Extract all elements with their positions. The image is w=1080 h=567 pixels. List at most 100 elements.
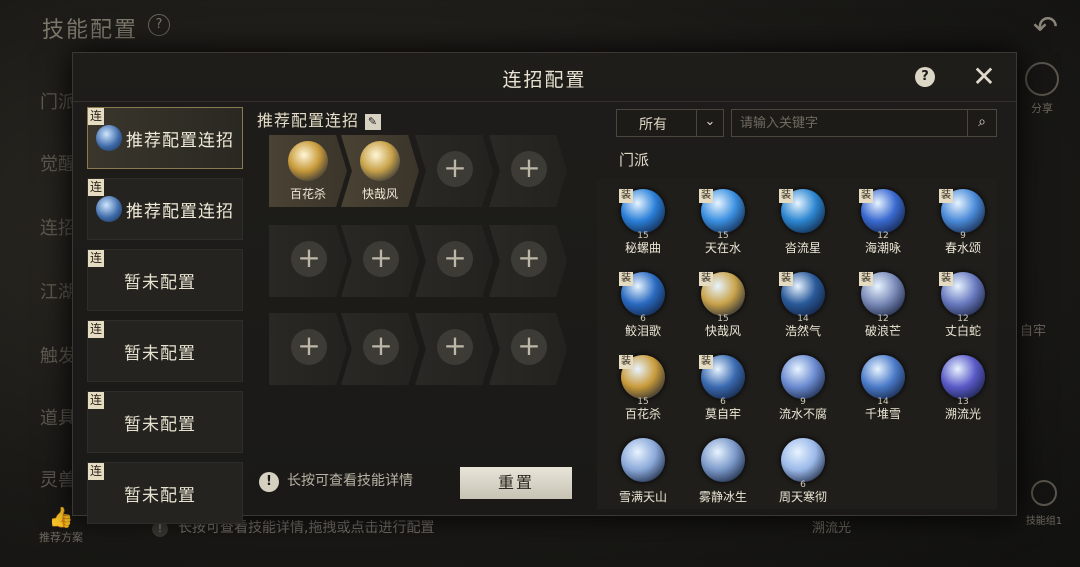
skill-item[interactable]: 装 15 秘螺曲 — [601, 185, 681, 267]
combo-slot[interactable]: + — [415, 135, 493, 207]
skill-item[interactable]: 雾静冰生 — [681, 434, 761, 516]
combo-label: 推荐配置连招 — [126, 202, 234, 222]
equipped-tag: 装 — [939, 272, 953, 286]
skill-name: 快哉风 — [704, 324, 741, 338]
back-icon[interactable]: ↶ — [1033, 10, 1058, 45]
combo-item[interactable]: 连暂未配置 — [87, 249, 243, 311]
skill-item[interactable]: 14 千堆雪 — [841, 351, 921, 433]
combo-item[interactable]: 连暂未配置 — [87, 320, 243, 382]
combo-list: 连推荐配置连招连推荐配置连招连暂未配置连暂未配置连暂未配置连暂未配置 — [87, 107, 243, 533]
skill-item[interactable]: 装 6 莫自牢 — [681, 351, 761, 433]
select-value: 所有 — [639, 117, 667, 133]
chevron-down-icon: ⌄ — [696, 110, 723, 136]
combo-group-button[interactable]: 技能组1 — [1022, 480, 1066, 527]
combo-slot[interactable]: 快哉风 — [341, 135, 419, 207]
combo-slot[interactable]: + — [415, 225, 493, 297]
section-title: 门派 — [619, 151, 650, 169]
skill-name: 丈白蛇 — [944, 324, 981, 338]
combo-group-label: 技能组1 — [1025, 516, 1063, 527]
combo-label: 推荐配置连招 — [126, 131, 234, 151]
skill-grid: 装 15 秘螺曲装 15 天在水装沓流星装 12 海潮咏装 9 春水颂装 6 鲛泪歌装 15 快哉风装 1… — [597, 179, 997, 509]
skill-item[interactable]: 装 15 百花杀 — [601, 351, 681, 433]
skill-item[interactable]: 13 溯流光 — [921, 351, 1001, 433]
skill-icon — [781, 438, 825, 482]
help-icon[interactable]: ? — [915, 67, 935, 87]
skill-icon — [621, 438, 665, 482]
side-item-chufa[interactable]: 触发 — [40, 342, 76, 368]
dialog-header: 连招配置 ? ✕ — [73, 53, 1016, 102]
editor-hint-text: 长按可查看技能详情 — [287, 473, 413, 489]
share-icon — [1025, 62, 1059, 96]
add-icon: + — [363, 329, 399, 365]
skill-icon — [96, 196, 122, 222]
skill-item[interactable]: 装 12 海潮咏 — [841, 185, 921, 267]
combo-slot[interactable]: + — [341, 225, 419, 297]
combo-tag: 连 — [88, 321, 104, 338]
skill-name: 百花杀 — [624, 407, 661, 421]
skill-name: 千堆雪 — [864, 407, 901, 421]
combo-slot[interactable]: + — [269, 313, 347, 385]
combo-tag: 连 — [88, 108, 104, 125]
side-item-daoju[interactable]: 道具 — [40, 404, 76, 430]
close-icon[interactable]: ✕ — [969, 63, 999, 93]
skill-item[interactable]: 装 15 天在水 — [681, 185, 761, 267]
combo-label: 暂未配置 — [124, 486, 196, 506]
skill-item[interactable]: 装 12 丈白蛇 — [921, 268, 1001, 350]
combo-tag: 连 — [88, 392, 104, 409]
add-icon: + — [511, 241, 547, 277]
search-icon[interactable]: ⌕ — [967, 110, 996, 136]
combo-editor-title: 推荐配置连招 ✎ — [257, 107, 382, 131]
combo-item[interactable]: 连暂未配置 — [87, 462, 243, 524]
edit-icon[interactable]: ✎ — [365, 113, 382, 130]
combo-slot[interactable]: + — [489, 225, 567, 297]
combo-tag: 连 — [88, 179, 104, 196]
add-icon: + — [511, 329, 547, 365]
share-label: 分享 — [1031, 102, 1053, 115]
skill-item[interactable]: 装 12 破浪芒 — [841, 268, 921, 350]
skill-item[interactable]: 雪满天山 — [601, 434, 681, 516]
skill-name: 鲛泪歌 — [624, 324, 661, 338]
skill-item[interactable]: 装 6 鲛泪歌 — [601, 268, 681, 350]
combo-label: 暂未配置 — [124, 344, 196, 364]
combo-item[interactable]: 连推荐配置连招 — [87, 178, 243, 240]
page-help-icon[interactable]: ? — [148, 14, 170, 36]
equipped-tag: 装 — [699, 272, 713, 286]
skill-item[interactable]: 9 流水不腐 — [761, 351, 841, 433]
combo-slot[interactable]: 百花杀 — [269, 135, 347, 207]
equipped-tag: 装 — [619, 272, 633, 286]
bg-skill-label: 溯流光 — [812, 521, 852, 536]
skill-name: 沓流星 — [784, 241, 821, 255]
skill-name: 雪满天山 — [618, 490, 667, 504]
skill-item[interactable]: 装 14 浩然气 — [761, 268, 841, 350]
side-item-lingshou[interactable]: 灵兽 — [40, 466, 76, 492]
equipped-tag: 装 — [699, 189, 713, 203]
skill-item[interactable]: 装 15 快哉风 — [681, 268, 761, 350]
side-item-juexing[interactable]: 觉醒 — [40, 150, 76, 176]
combo-item[interactable]: 连暂未配置 — [87, 391, 243, 453]
combo-slot[interactable]: + — [489, 135, 567, 207]
combo-slot[interactable]: + — [341, 313, 419, 385]
search-box: ⌕ — [731, 109, 997, 137]
combo-slot[interactable]: + — [489, 313, 567, 385]
combo-slot[interactable]: + — [269, 225, 347, 297]
search-input[interactable] — [738, 112, 962, 134]
reset-button[interactable]: 重置 — [460, 467, 572, 499]
skill-icon — [360, 141, 400, 181]
skill-item[interactable]: 6 周天寒彻 — [761, 434, 841, 516]
side-item-jianghu[interactable]: 江湖 — [40, 278, 76, 304]
skill-icon — [861, 355, 905, 399]
side-item-menpai[interactable]: 门派 — [40, 88, 76, 114]
equipped-tag: 装 — [619, 355, 633, 369]
side-item-lianzhao[interactable]: 连招 — [40, 214, 76, 240]
skill-name: 破浪芒 — [864, 324, 901, 338]
skill-item[interactable]: 装 9 春水颂 — [921, 185, 1001, 267]
editor-hint: ! 长按可查看技能详情 — [259, 470, 413, 492]
equipped-tag: 装 — [619, 189, 633, 203]
skill-item[interactable]: 装沓流星 — [761, 185, 841, 267]
slot-skill-name: 百花杀 — [289, 187, 326, 201]
combo-slot[interactable]: + — [415, 313, 493, 385]
share-button[interactable]: 分享 — [1022, 62, 1062, 116]
skill-name: 周天寒彻 — [778, 490, 827, 504]
school-filter-select[interactable]: 所有 ⌄ — [616, 109, 724, 137]
combo-item[interactable]: 连推荐配置连招 — [87, 107, 243, 169]
